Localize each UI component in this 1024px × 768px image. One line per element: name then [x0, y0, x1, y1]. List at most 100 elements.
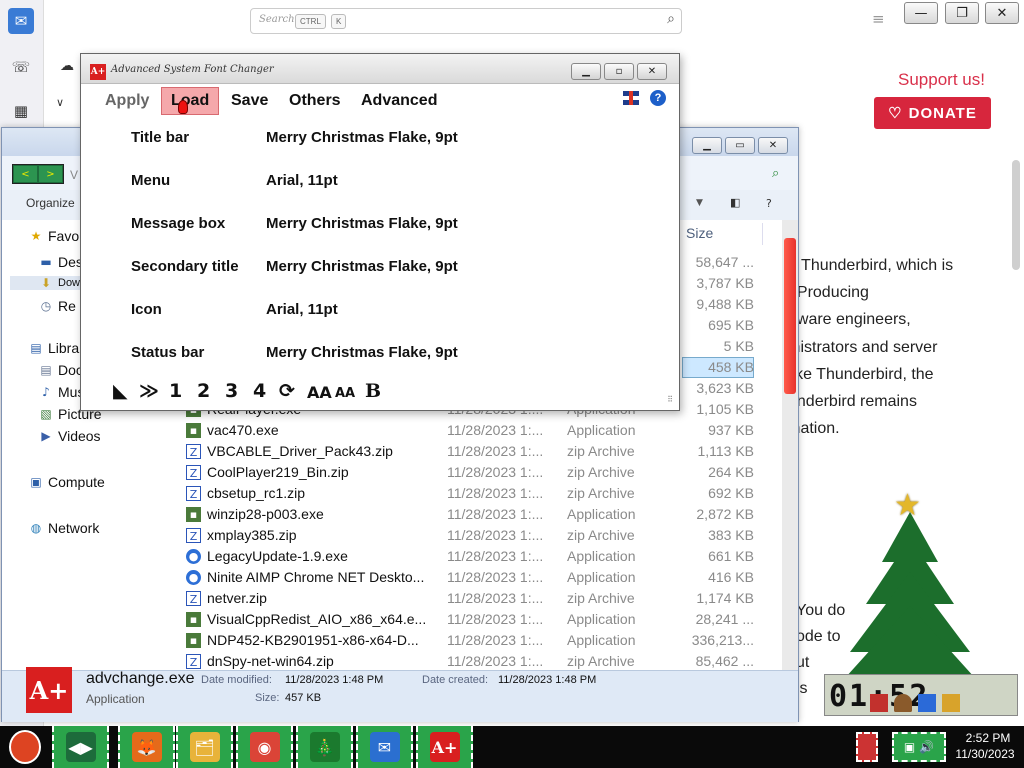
scrollbar-thumb[interactable] [1012, 160, 1020, 270]
tray-app-icon[interactable] [856, 732, 878, 762]
maximize-button[interactable]: ▭ [725, 137, 755, 154]
minimize-button[interactable]: ▁ [571, 63, 601, 80]
setting-value[interactable]: Merry Christmas Flake, 9pt [266, 215, 458, 232]
table-row[interactable]: ● Ninite AIMP Chrome NET Deskto... 11/28/2… [178, 567, 782, 588]
table-row[interactable]: ● LegacyUpdate-1.9.exe 11/28/2023 1:... App… [178, 546, 782, 567]
preview-pane-icon[interactable]: ◧ [730, 196, 740, 209]
close-button[interactable]: ✕ [637, 63, 667, 80]
clock-time[interactable]: 2:52 PM [958, 731, 1018, 745]
setting-value[interactable]: Merry Christmas Flake, 9pt [266, 129, 458, 146]
address-bar[interactable]: V [70, 168, 78, 182]
nav-item-videos[interactable]: ▶ Videos [38, 428, 101, 444]
maximize-button[interactable]: ▫ [604, 63, 634, 80]
mail-icon[interactable]: ✉ [8, 8, 34, 34]
minimize-button[interactable]: ▁ [692, 137, 722, 154]
save-menu-item[interactable]: Save [225, 90, 274, 112]
column-divider[interactable] [762, 223, 763, 245]
app-icon[interactable]: A+ [90, 64, 106, 80]
back-button[interactable]: < [14, 166, 37, 182]
setting-value[interactable]: Merry Christmas Flake, 9pt [266, 344, 458, 361]
close-button[interactable]: ✕ [985, 2, 1019, 24]
contrast-icon[interactable]: ◣ [113, 380, 128, 402]
start-button[interactable] [0, 726, 50, 768]
nav-item-favo[interactable]: ★ Favo [28, 228, 80, 244]
table-row[interactable]: ▪ VisualCppRedist_AIO_x86_x64.e... 11/28/2… [178, 609, 782, 630]
table-row[interactable]: Z CoolPlayer219_Bin.zip 11/28/2023 1:... zi… [178, 462, 782, 483]
taskbar-firefox-button[interactable]: 🦊 [118, 726, 175, 768]
nav-item-des[interactable]: ▬ Des [38, 254, 83, 270]
search-icon[interactable]: ⌕ [772, 166, 779, 181]
file-date: 11/28/2023 1:... [447, 485, 544, 501]
table-row[interactable]: Znetver.zip 11/28/2023 1:... zip Archive 1,… [178, 588, 782, 609]
font-large-icon[interactable]: AA [307, 383, 332, 402]
table-row[interactable]: ZdnSpy-net-win64.zip 11/28/2023 1:... zip … [178, 651, 782, 670]
music-icon: ♪ [42, 385, 50, 399]
forward-button[interactable]: > [39, 166, 62, 182]
preset-2-button[interactable]: 2 [197, 380, 210, 402]
file-date: 11/28/2023 1:... [447, 506, 544, 522]
preset-3-button[interactable]: 3 [225, 380, 238, 402]
nav-item-doc[interactable]: ▤ Doc [38, 362, 83, 378]
chevron-down-icon[interactable]: ∨ [56, 96, 64, 109]
search-icon[interactable]: ⌕ [667, 11, 675, 27]
others-menu-item[interactable]: Others [283, 90, 347, 112]
nav-item-label: Videos [58, 428, 101, 444]
table-row[interactable]: ▪ winzip28-p003.exe 11/28/2023 1:... Applic… [178, 504, 782, 525]
resize-grip[interactable]: ⠿ [667, 395, 673, 404]
restore-button[interactable]: ❐ [945, 2, 979, 24]
computer-icon: ▣ [30, 475, 42, 489]
table-row[interactable]: Z VBCABLE_Driver_Pack43.zip 11/28/2023 1:.… [178, 441, 782, 462]
global-search-input[interactable]: Search... CTRL K ⌕ [250, 8, 682, 34]
advanced-menu-item[interactable]: Advanced [355, 90, 443, 112]
close-button[interactable]: ✕ [758, 137, 788, 154]
nav-item-compute[interactable]: ▣ Compute [28, 474, 104, 490]
scrollbar-thumb[interactable] [784, 238, 796, 394]
preset-4-button[interactable]: 4 [253, 380, 266, 402]
volume-icon[interactable]: 🔊 [919, 740, 934, 754]
language-flag-icon[interactable] [623, 91, 639, 105]
taskbar-font-changer-button[interactable]: A+ [416, 726, 473, 768]
double-up-icon[interactable]: ≫ [139, 380, 159, 402]
organize-button[interactable]: Organize [26, 196, 75, 210]
network-icon[interactable]: ▣ [904, 740, 915, 754]
apply-menu-item[interactable]: Apply [99, 90, 155, 112]
view-options-icon[interactable]: ▼ [696, 198, 703, 208]
donate-button[interactable]: ♡ DONATE [874, 97, 991, 129]
address-book-icon[interactable]: ☏ [8, 54, 34, 80]
calendar-icon[interactable]: ▦ [8, 98, 34, 124]
setting-value[interactable]: Arial, 11pt [266, 301, 338, 318]
file-list-scrollbar[interactable] [782, 220, 798, 670]
clock-date[interactable]: 11/30/2023 [950, 747, 1020, 761]
font-changer-titlebar[interactable]: A+ Advanced System Font Changer ▁ ▫ ✕ [81, 54, 679, 84]
bold-icon[interactable]: B [365, 380, 381, 402]
cloud-icon[interactable]: ☁ [60, 58, 74, 74]
taskbar-explorer-nav-arrows-button[interactable]: ◀▶ [52, 726, 109, 768]
file-name: netver.zip [207, 590, 267, 606]
taskbar-chrome-button[interactable]: ◉ [236, 726, 293, 768]
nav-item-network[interactable]: ◍ Network [28, 520, 100, 536]
table-row[interactable]: ▪ NDP452-KB2901951-x86-x64-D... 11/28/2023… [178, 630, 782, 651]
size-column-header[interactable]: Size [686, 225, 713, 241]
app-menu-icon[interactable]: ≡ [872, 10, 885, 28]
refresh-icon[interactable]: ⟳ [279, 380, 295, 402]
help-icon[interactable]: ? [650, 90, 666, 106]
setting-value[interactable]: Merry Christmas Flake, 9pt [266, 258, 458, 275]
taskbar-file-explorer-button[interactable]: 🗂 [176, 726, 233, 768]
taskbar-christmas-tree-button[interactable]: 🎄 [296, 726, 353, 768]
table-row[interactable]: ▪ vac470.exe 11/28/2023 1:... Application 93… [178, 420, 782, 441]
nav-item-mus[interactable]: ♪ Mus [38, 384, 84, 400]
font-small-icon[interactable]: AA [335, 386, 355, 401]
help-icon[interactable]: ? [766, 197, 772, 210]
table-row[interactable]: Zcbsetup_rc1.zip 11/28/2023 1:... zip Arch… [178, 483, 782, 504]
taskbar-thunderbird-button[interactable]: ✉ [356, 726, 413, 768]
file-size: 58,647 ... [695, 254, 754, 270]
christmas-tree-gadget[interactable]: ★ 01:52 [822, 488, 1022, 718]
preset-1-button[interactable]: 1 [169, 380, 182, 402]
setting-value[interactable]: Arial, 11pt [266, 172, 338, 189]
tray-icons: ▣ 🔊 [892, 732, 946, 762]
table-row[interactable]: Zxmplay385.zip 11/28/2023 1:... zip Archiv… [178, 525, 782, 546]
nav-item-libra[interactable]: ▤ Libra [28, 340, 79, 356]
nav-item-re[interactable]: ◷ Re [38, 298, 76, 314]
minimize-button[interactable]: — [904, 2, 938, 24]
load-menu-item[interactable]: Load [161, 87, 220, 115]
